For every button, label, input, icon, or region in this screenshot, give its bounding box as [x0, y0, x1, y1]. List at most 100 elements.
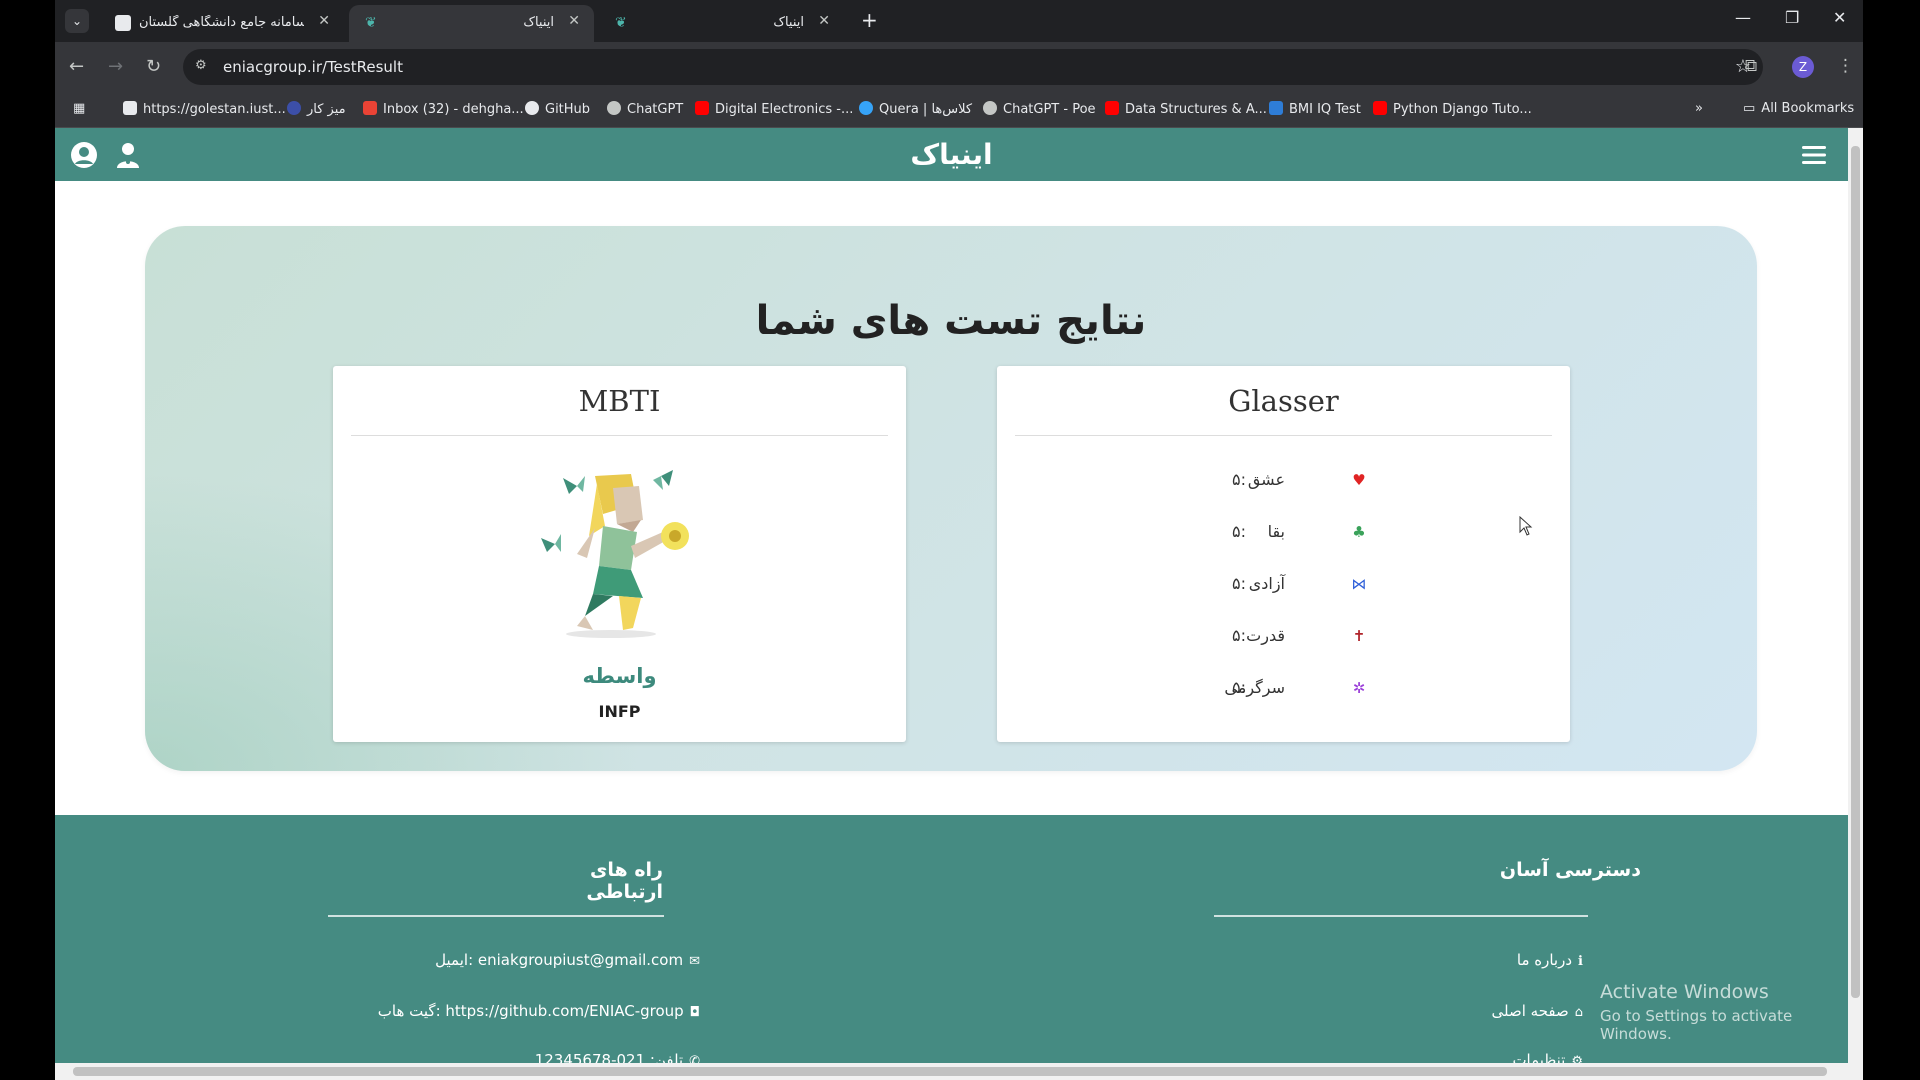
envelope-icon: ✉ [689, 954, 700, 969]
bookmark-chatgpt[interactable]: ChatGPT [607, 101, 683, 117]
bookmark-github[interactable]: GitHub [525, 101, 590, 117]
chatgpt-icon [607, 101, 621, 115]
bookmark-quera[interactable]: Quera | کلاس‌ها [859, 101, 972, 117]
need-score: ۵: [1232, 626, 1246, 645]
restore-button[interactable]: ❐ [1785, 8, 1799, 27]
power-icon: ✝ [1352, 627, 1366, 645]
golestan-icon [123, 101, 137, 115]
tab-strip: ⌄ سامانه جامع دانشگاهی گلستان - ✕ ❦ اینی… [55, 0, 1863, 42]
site-info-icon[interactable]: ⚙ [195, 58, 213, 76]
about-link[interactable]: درباره ما ℹ [1517, 951, 1583, 969]
need-label: قدرت [1246, 626, 1285, 645]
home-link[interactable]: صفحه اصلی ⌂ [1492, 1002, 1583, 1020]
bookmark-data-structures[interactable]: Data Structures & A... [1105, 101, 1267, 117]
watermark-title: Activate Windows [1600, 981, 1769, 1003]
bookmarks-overflow-button[interactable]: » [1695, 101, 1703, 116]
apps-grid-icon[interactable]: ▦ [73, 101, 85, 116]
home-icon: ⌂ [1574, 1005, 1583, 1020]
youtube-icon [695, 101, 709, 115]
hamburger-menu-icon[interactable] [1799, 140, 1829, 170]
horizontal-scrollbar[interactable] [55, 1063, 1863, 1080]
eniac-favicon-icon: ❦ [615, 15, 627, 31]
need-score: ۵: [1232, 470, 1246, 489]
glasser-card: Glasser ♥ عشق ۵: ♣ بقا ۵: ⋈ آزادی ۵: ✝ ق… [997, 366, 1570, 742]
close-tab-icon[interactable]: ✕ [568, 13, 580, 29]
tab-title: سامانه جامع دانشگاهی گلستان - [139, 15, 304, 30]
github-link[interactable]: گیت هاب: https://github.com/ENIAC-group ◘ [378, 1002, 700, 1020]
bookmarks-bar: ▦ https://golestan.iust... میز کار Inbox… [55, 92, 1863, 128]
fun-icon: ✲ [1352, 679, 1366, 697]
mediator-character-illustration [533, 466, 703, 641]
site-brand[interactable]: اینیاک [55, 138, 1848, 171]
tab-search-button[interactable]: ⌄ [65, 9, 89, 33]
browser-window: ⌄ سامانه جامع دانشگاهی گلستان - ✕ ❦ اینی… [55, 0, 1863, 1080]
mizkar-icon [287, 101, 301, 115]
new-tab-button[interactable]: + [861, 8, 878, 32]
gear-icon: ⚙ [1571, 1054, 1583, 1063]
tab-eniac-active[interactable]: ❦ اینیاک ✕ [349, 5, 594, 42]
need-score: ۵: [1232, 574, 1246, 593]
tab-golestan[interactable]: سامانه جامع دانشگاهی گلستان - ✕ [99, 5, 344, 42]
quick-access-heading: دسترسی آسان [1499, 859, 1641, 881]
gmail-icon [363, 101, 377, 115]
phone-link[interactable]: تلفن: 021-12345678 ✆ [535, 1051, 700, 1063]
extensions-icon[interactable]: ⧉ [1745, 56, 1757, 76]
tab-title: اینیاک [773, 15, 804, 30]
youtube-icon [1373, 101, 1387, 115]
need-row-fun: ✲ سرگرمی ۵: [997, 674, 1570, 704]
info-icon: ℹ [1578, 954, 1583, 969]
need-score: ۵: [1232, 678, 1246, 697]
watermark-subtitle: Go to Settings to activate Windows. [1600, 1007, 1793, 1043]
glasser-title: Glasser [1228, 384, 1339, 418]
bookmark-bmi-iq[interactable]: BMI IQ Test [1269, 101, 1361, 117]
bookmark-django[interactable]: Python Django Tuto... [1373, 101, 1532, 117]
bookmark-gmail[interactable]: Inbox (32) - dehgha... [363, 101, 524, 117]
need-label: عشق [1247, 470, 1285, 489]
close-tab-icon[interactable]: ✕ [318, 13, 330, 29]
youtube-icon [1105, 101, 1119, 115]
need-label: آزادی [1248, 574, 1285, 593]
vertical-scrollbar[interactable] [1848, 128, 1863, 1063]
golestan-favicon-icon [115, 15, 131, 31]
menu-kebab-icon[interactable]: ⋮ [1837, 56, 1854, 76]
site-footer: راه های ارتباطی ایمیل: eniakgroupiust@gm… [55, 815, 1848, 1063]
survival-icon: ♣ [1352, 523, 1366, 541]
page-title: نتایج تست های شما [755, 298, 1147, 344]
tab-title: اینیاک [523, 15, 554, 30]
browser-toolbar: ← → ↻ ⚙ eniacgroup.ir/TestResult ☆ ⧉ Z ⋮ [55, 42, 1863, 92]
bookmark-mizkar[interactable]: میز کار [287, 101, 346, 117]
mbti-card: MBTI واسطه INFP [333, 366, 906, 742]
address-url: eniacgroup.ir/TestResult [223, 58, 403, 76]
close-tab-icon[interactable]: ✕ [818, 13, 830, 29]
tab-eniac[interactable]: ❦ اینیاک ✕ [599, 5, 844, 42]
bookmark-poe[interactable]: ChatGPT - Poe [983, 101, 1096, 117]
windows-activation-watermark: Activate Windows Go to Settings to activ… [1600, 981, 1863, 1043]
github-icon: ◘ [689, 1005, 700, 1020]
settings-link[interactable]: تنظیمات ⚙ [1512, 1051, 1583, 1063]
poe-icon [983, 101, 997, 115]
need-row-love: ♥ عشق ۵: [997, 466, 1570, 496]
all-bookmarks-button[interactable]: ▭ All Bookmarks [1743, 101, 1854, 116]
divider [1015, 435, 1552, 436]
scrollbar-thumb[interactable] [1851, 146, 1860, 998]
reload-button[interactable]: ↻ [146, 56, 161, 77]
back-button[interactable]: ← [69, 56, 84, 77]
close-window-button[interactable]: ✕ [1833, 8, 1846, 27]
forward-button[interactable]: → [108, 56, 123, 77]
email-link[interactable]: ایمیل: eniakgroupiust@gmail.com ✉ [435, 951, 700, 969]
need-row-freedom: ⋈ آزادی ۵: [997, 570, 1570, 600]
minimize-button[interactable]: — [1735, 8, 1751, 27]
bookmark-digital-electronics[interactable]: Digital Electronics -... [695, 101, 853, 117]
profile-avatar[interactable]: Z [1792, 56, 1814, 78]
address-bar[interactable]: ⚙ eniacgroup.ir/TestResult ☆ [183, 49, 1763, 85]
bookmark-golestan[interactable]: https://golestan.iust... [123, 101, 286, 117]
divider [1214, 915, 1588, 917]
need-row-power: ✝ قدرت ۵: [997, 622, 1570, 652]
phone-icon: ✆ [689, 1054, 700, 1063]
github-icon [525, 101, 539, 115]
site-navbar: اینیاک [55, 128, 1848, 181]
mouse-cursor-icon [1519, 515, 1533, 540]
need-row-survival: ♣ بقا ۵: [997, 518, 1570, 548]
scrollbar-thumb[interactable] [73, 1067, 1827, 1076]
divider [328, 915, 664, 917]
